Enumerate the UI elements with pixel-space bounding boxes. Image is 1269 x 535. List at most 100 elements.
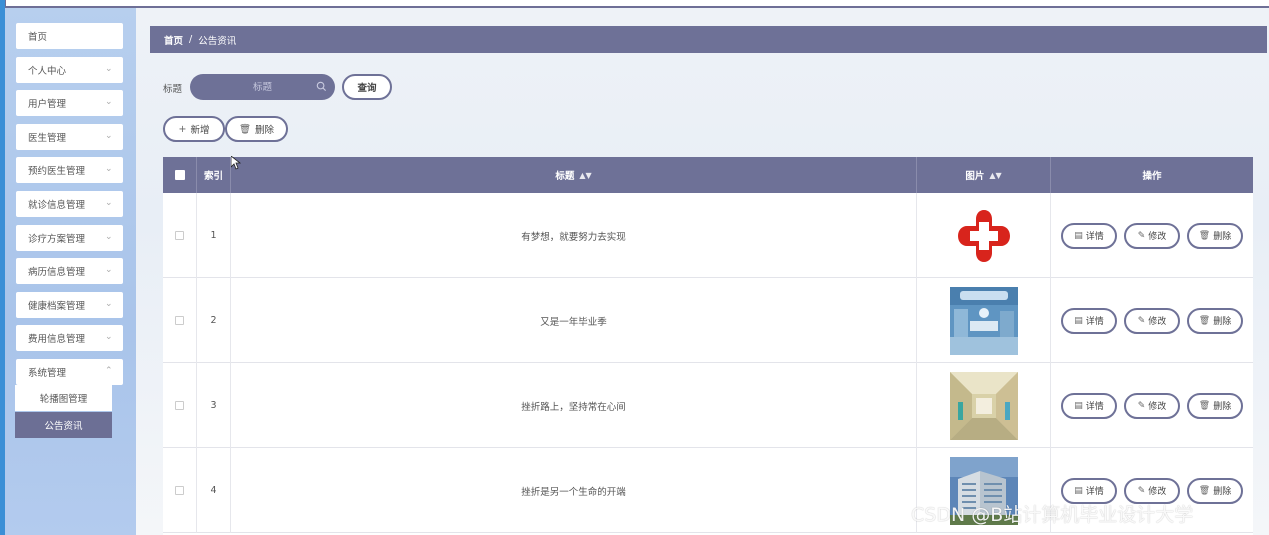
sidebar-item-appointments[interactable]: 预约医生管理 ⌄ bbox=[16, 157, 123, 183]
chevron-down-icon: ⌄ bbox=[105, 265, 113, 275]
sidebar-item-treatment-plans[interactable]: 诊疗方案管理 ⌄ bbox=[16, 225, 123, 251]
sort-icon[interactable]: ▲▼ bbox=[579, 171, 591, 180]
trash-icon: 🗑 bbox=[1198, 315, 1211, 326]
row-delete-button[interactable]: 🗑 删除 bbox=[1187, 222, 1243, 249]
search-field[interactable] bbox=[190, 74, 335, 100]
submenu-item-label: 轮播图管理 bbox=[39, 394, 88, 405]
search-icon[interactable] bbox=[316, 81, 327, 92]
breadcrumb-current: 公告资讯 bbox=[198, 35, 237, 47]
detail-button-label: 详情 bbox=[1085, 317, 1104, 327]
add-button[interactable]: + 新增 bbox=[163, 116, 225, 142]
chevron-down-icon: ⌄ bbox=[105, 64, 113, 74]
sidebar-item-fees[interactable]: 费用信息管理 ⌄ bbox=[16, 325, 123, 351]
row-title: 挫折路上，坚持常在心间 bbox=[231, 363, 917, 448]
row-checkbox[interactable] bbox=[175, 486, 184, 495]
row-delete-button[interactable]: 🗑 删除 bbox=[1187, 477, 1243, 504]
sidebar-item-label: 医生管理 bbox=[28, 133, 67, 144]
sidebar: 首页 个人中心 ⌄ 用户管理 ⌄ 医生管理 ⌄ 预约医生管理 ⌄ 就诊信息管理 ⌄ 诊疗方… bbox=[5, 8, 136, 535]
sidebar-item-health-files[interactable]: 健康档案管理 ⌄ bbox=[16, 292, 123, 318]
sidebar-item-system[interactable]: 系统管理 ⌃ bbox=[16, 359, 123, 385]
add-button-label: 新增 bbox=[190, 125, 210, 136]
sidebar-item-home[interactable]: 首页 bbox=[16, 23, 123, 49]
pencil-icon: ✎ bbox=[1137, 400, 1146, 411]
sidebar-item-label: 首页 bbox=[28, 32, 48, 43]
header-title[interactable]: 标题 ▲▼ bbox=[231, 157, 917, 193]
red-cross-logo bbox=[949, 201, 1018, 270]
chevron-down-icon: ⌄ bbox=[105, 299, 113, 309]
row-select-cell[interactable] bbox=[163, 363, 197, 448]
sidebar-item-label: 诊疗方案管理 bbox=[28, 234, 86, 245]
sidebar-item-label: 用户管理 bbox=[28, 99, 67, 110]
row-index: 4 bbox=[197, 448, 231, 533]
row-title: 挫折是另一个生命的开端 bbox=[231, 448, 917, 533]
sort-icon[interactable]: ▲▼ bbox=[989, 171, 1001, 180]
search-label: 标题 bbox=[163, 84, 183, 95]
row-image-cell bbox=[917, 193, 1051, 278]
chevron-down-icon: ⌄ bbox=[105, 198, 113, 208]
row-image-cell bbox=[917, 363, 1051, 448]
header-operation: 操作 bbox=[1142, 171, 1162, 182]
breadcrumb-home[interactable]: 首页 bbox=[164, 33, 183, 47]
row-checkbox[interactable] bbox=[175, 401, 184, 410]
document-icon: ▤ bbox=[1074, 315, 1083, 326]
chevron-up-icon: ⌃ bbox=[105, 366, 113, 376]
watermark: CSDN @B站计算机毕业设计大学 bbox=[911, 504, 1194, 526]
row-delete-button[interactable]: 🗑 删除 bbox=[1187, 307, 1243, 334]
operating-room-photo bbox=[949, 286, 1018, 355]
sidebar-item-doctors[interactable]: 医生管理 ⌄ bbox=[16, 124, 123, 150]
top-bar-inner bbox=[6, 0, 1269, 6]
mouse-cursor-icon bbox=[231, 156, 241, 170]
row-actions: ▤ 详情 ✎ 修改 🗑 删除 bbox=[1051, 363, 1253, 448]
row-index: 1 bbox=[197, 193, 231, 278]
detail-button-label: 详情 bbox=[1085, 232, 1104, 242]
announcements-table: 索引 标题 ▲▼ 图片 ▲▼ 操作 1 有梦想，就要努力去实现 ▤ 详情 ✎ 修改 🗑 删… bbox=[163, 157, 1253, 535]
edit-button-label: 修改 bbox=[1148, 232, 1167, 242]
select-all-checkbox[interactable] bbox=[174, 170, 185, 180]
detail-button[interactable]: ▤ 详情 bbox=[1061, 307, 1117, 334]
query-button[interactable]: 查询 bbox=[342, 74, 392, 100]
sidebar-item-users[interactable]: 用户管理 ⌄ bbox=[16, 90, 123, 116]
row-select-cell[interactable] bbox=[163, 448, 197, 533]
trash-icon: 🗑 bbox=[1198, 230, 1211, 241]
row-actions: ▤ 详情 ✎ 修改 🗑 删除 bbox=[1051, 193, 1253, 278]
hospital-corridor-photo bbox=[949, 371, 1018, 440]
document-icon: ▤ bbox=[1074, 485, 1083, 496]
row-actions: ▤ 详情 ✎ 修改 🗑 删除 bbox=[1051, 278, 1253, 363]
sidebar-item-visits[interactable]: 就诊信息管理 ⌄ bbox=[16, 191, 123, 217]
sidebar-item-label: 就诊信息管理 bbox=[28, 200, 86, 211]
edit-button[interactable]: ✎ 修改 bbox=[1124, 307, 1180, 334]
delete-button-label: 删除 bbox=[255, 125, 275, 136]
row-image-cell bbox=[917, 278, 1051, 363]
submenu-item-carousel[interactable]: 轮播图管理 bbox=[15, 385, 112, 411]
row-delete-button-label: 删除 bbox=[1213, 317, 1232, 327]
detail-button[interactable]: ▤ 详情 bbox=[1061, 222, 1117, 249]
row-select-cell[interactable] bbox=[163, 278, 197, 363]
edit-button[interactable]: ✎ 修改 bbox=[1124, 392, 1180, 419]
delete-button[interactable]: 🗑 删除 bbox=[225, 116, 288, 142]
sidebar-item-medical-records[interactable]: 病历信息管理 ⌄ bbox=[16, 258, 123, 284]
search-input[interactable] bbox=[207, 81, 318, 93]
edit-button-label: 修改 bbox=[1148, 487, 1167, 497]
submenu-item-label: 公告资讯 bbox=[44, 421, 83, 432]
row-index: 2 bbox=[197, 278, 231, 363]
row-delete-button-label: 删除 bbox=[1213, 232, 1232, 242]
row-select-cell[interactable] bbox=[163, 193, 197, 278]
row-delete-button[interactable]: 🗑 删除 bbox=[1187, 392, 1243, 419]
header-select-all[interactable] bbox=[163, 157, 197, 193]
edit-button[interactable]: ✎ 修改 bbox=[1124, 222, 1180, 249]
chevron-down-icon: ⌄ bbox=[105, 332, 113, 342]
plus-icon: + bbox=[178, 123, 187, 135]
sidebar-item-label: 健康档案管理 bbox=[28, 301, 86, 312]
sidebar-item-profile[interactable]: 个人中心 ⌄ bbox=[16, 57, 123, 83]
header-image-label: 图片 bbox=[965, 171, 985, 182]
row-checkbox[interactable] bbox=[175, 231, 184, 240]
header-image[interactable]: 图片 ▲▼ bbox=[917, 157, 1051, 193]
trash-icon: 🗑 bbox=[238, 123, 252, 135]
row-checkbox[interactable] bbox=[175, 316, 184, 325]
sidebar-item-label: 个人中心 bbox=[28, 66, 67, 77]
detail-button-label: 详情 bbox=[1085, 487, 1104, 497]
sidebar-item-label: 费用信息管理 bbox=[28, 334, 86, 345]
header-title-label: 标题 bbox=[555, 171, 575, 182]
submenu-item-announcements[interactable]: 公告资讯 bbox=[15, 412, 112, 438]
detail-button[interactable]: ▤ 详情 bbox=[1061, 392, 1117, 419]
